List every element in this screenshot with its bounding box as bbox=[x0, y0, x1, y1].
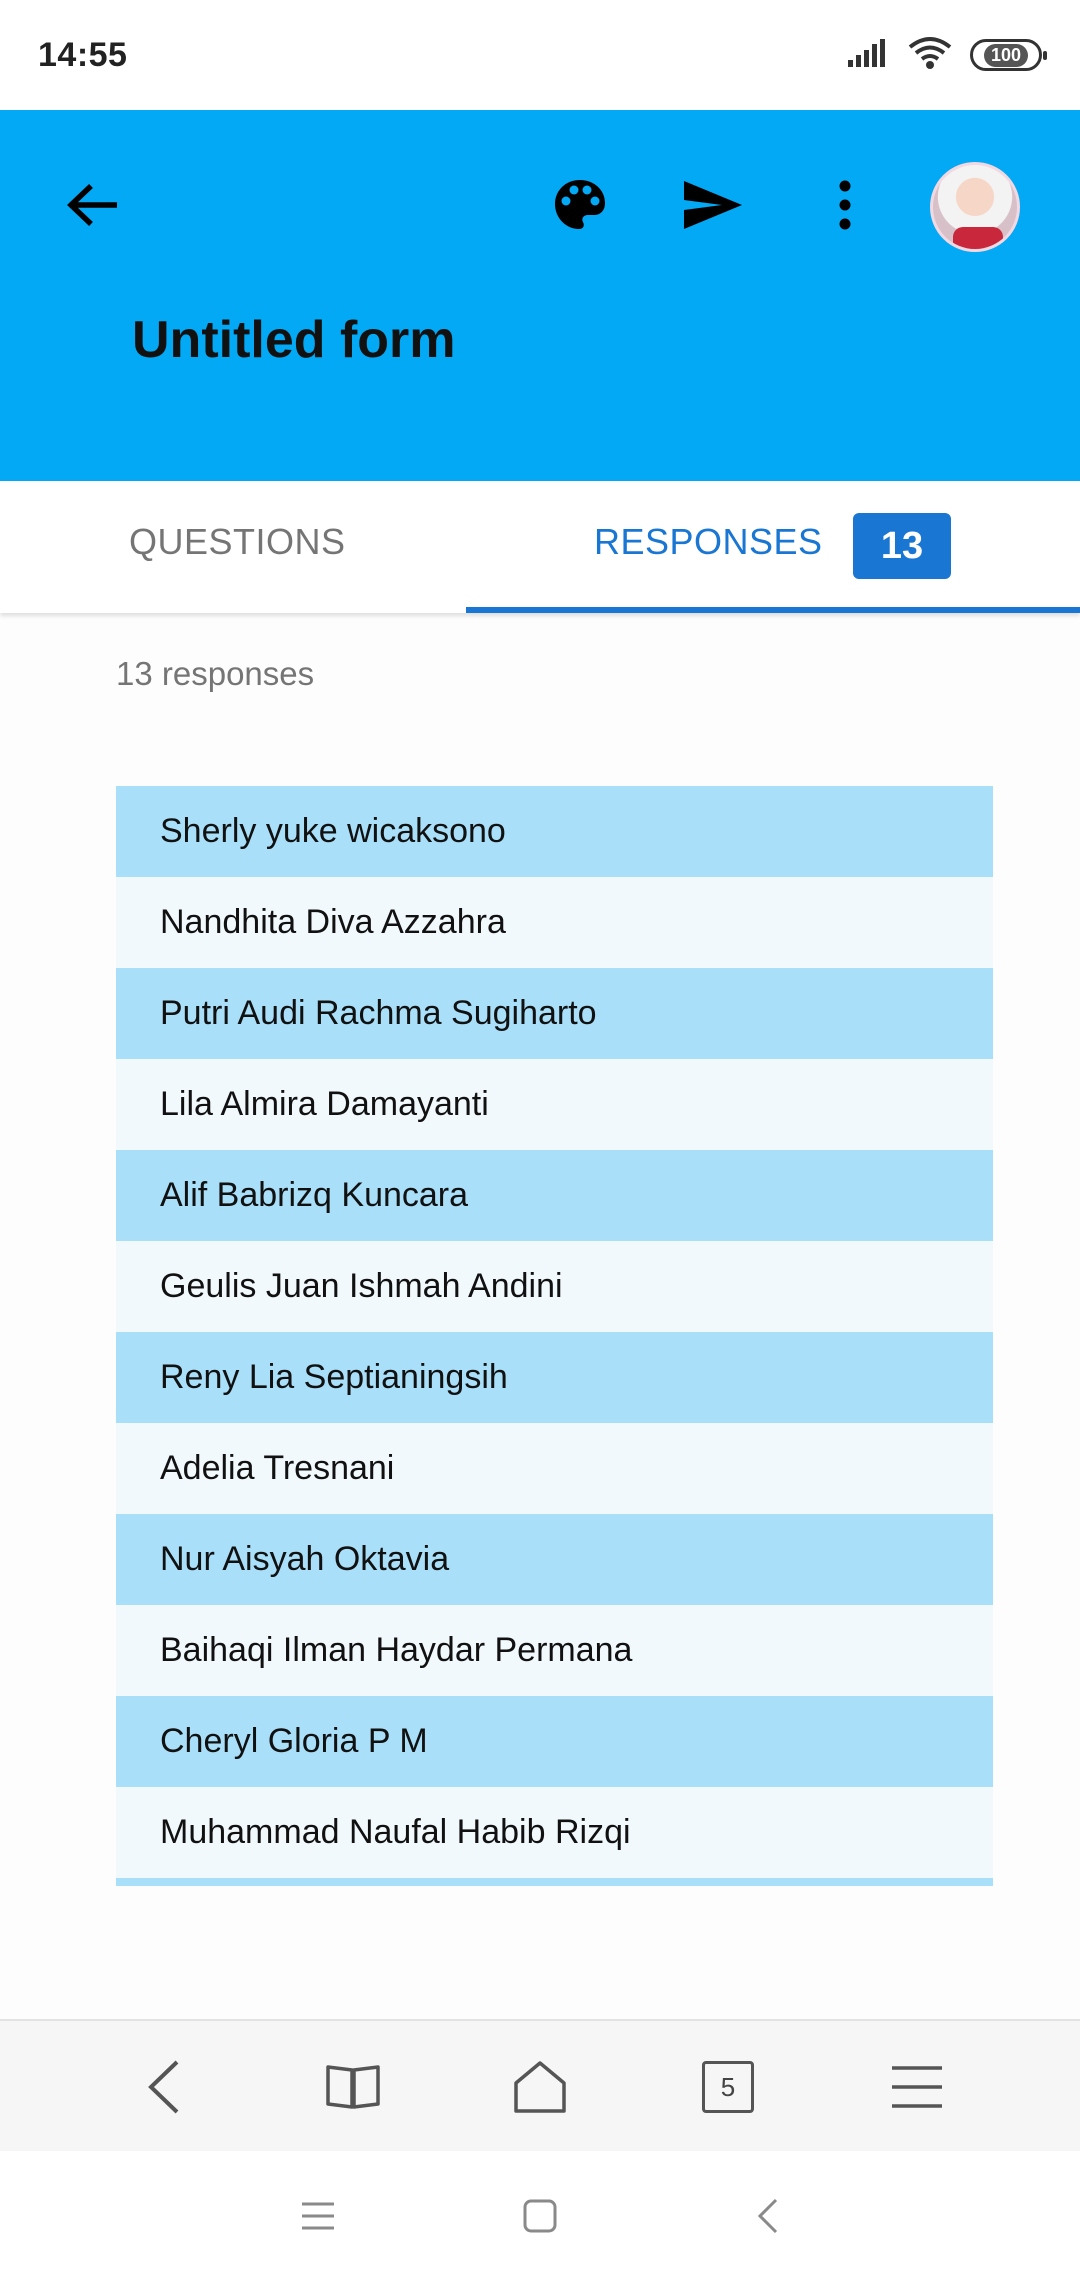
app-header: Untitled form bbox=[0, 110, 1080, 481]
list-item: Putri Audi Rachma Sugiharto bbox=[116, 968, 993, 1059]
send-icon[interactable] bbox=[670, 165, 756, 245]
battery-level: 100 bbox=[983, 43, 1029, 67]
wifi-icon bbox=[908, 36, 952, 75]
status-bar: 14:55 100 bbox=[0, 0, 1080, 110]
avatar[interactable] bbox=[930, 162, 1020, 252]
signal-icon bbox=[846, 38, 890, 73]
arrow-back-icon[interactable] bbox=[50, 162, 136, 248]
list-item: Nandhita Diva Azzahra bbox=[116, 877, 993, 968]
browser-nav: 5 bbox=[0, 2019, 1080, 2151]
home-icon[interactable] bbox=[504, 2051, 576, 2123]
home-square-icon[interactable] bbox=[505, 2181, 575, 2251]
list-item: Baihaqi Ilman Haydar Permana bbox=[116, 1605, 993, 1696]
back-icon[interactable] bbox=[732, 2181, 802, 2251]
responses-content[interactable]: 13 responses Sherly yuke wicaksono Nandh… bbox=[0, 613, 1080, 2019]
palette-icon[interactable] bbox=[540, 165, 620, 245]
form-title[interactable]: Untitled form bbox=[132, 310, 456, 370]
tab-questions[interactable]: QUESTIONS bbox=[129, 521, 346, 563]
list-item: Lila Almira Damayanti bbox=[116, 1059, 993, 1150]
response-list: Sherly yuke wicaksono Nandhita Diva Azza… bbox=[116, 786, 993, 1886]
system-nav bbox=[0, 2151, 1080, 2280]
list-item: Alif Babrizq Kuncara bbox=[116, 1150, 993, 1241]
responses-count-badge: 13 bbox=[853, 513, 951, 579]
chevron-left-icon[interactable] bbox=[129, 2051, 201, 2123]
battery-icon: 100 bbox=[970, 39, 1047, 71]
response-count: 13 responses bbox=[116, 655, 315, 692]
bookmarks-icon[interactable] bbox=[317, 2051, 389, 2123]
tab-responses[interactable]: RESPONSES bbox=[594, 521, 823, 563]
list-item: Sherly yuke wicaksono bbox=[116, 786, 993, 877]
list-item-partial bbox=[116, 1878, 993, 1886]
screen: 14:55 100 Untitled form QUESTIONS RESPON… bbox=[0, 0, 1080, 2280]
active-tab-indicator bbox=[466, 607, 1080, 613]
list-item: Adelia Tresnani bbox=[116, 1423, 993, 1514]
menu-icon[interactable] bbox=[881, 2051, 953, 2123]
list-item: Geulis Juan Ishmah Andini bbox=[116, 1241, 993, 1332]
list-item: Nur Aisyah Oktavia bbox=[116, 1514, 993, 1605]
list-item: Reny Lia Septianingsih bbox=[116, 1332, 993, 1423]
tabs-button[interactable]: 5 bbox=[692, 2051, 764, 2123]
more-vert-icon[interactable] bbox=[805, 165, 885, 245]
status-icons: 100 bbox=[846, 36, 1047, 75]
list-item: Cheryl Gloria P M bbox=[116, 1696, 993, 1787]
recents-icon[interactable] bbox=[283, 2181, 353, 2251]
status-time: 14:55 bbox=[38, 35, 128, 74]
tab-bar: QUESTIONS RESPONSES 13 bbox=[0, 481, 1080, 613]
list-item: Muhammad Naufal Habib Rizqi bbox=[116, 1787, 993, 1878]
tabs-count: 5 bbox=[702, 2061, 754, 2113]
